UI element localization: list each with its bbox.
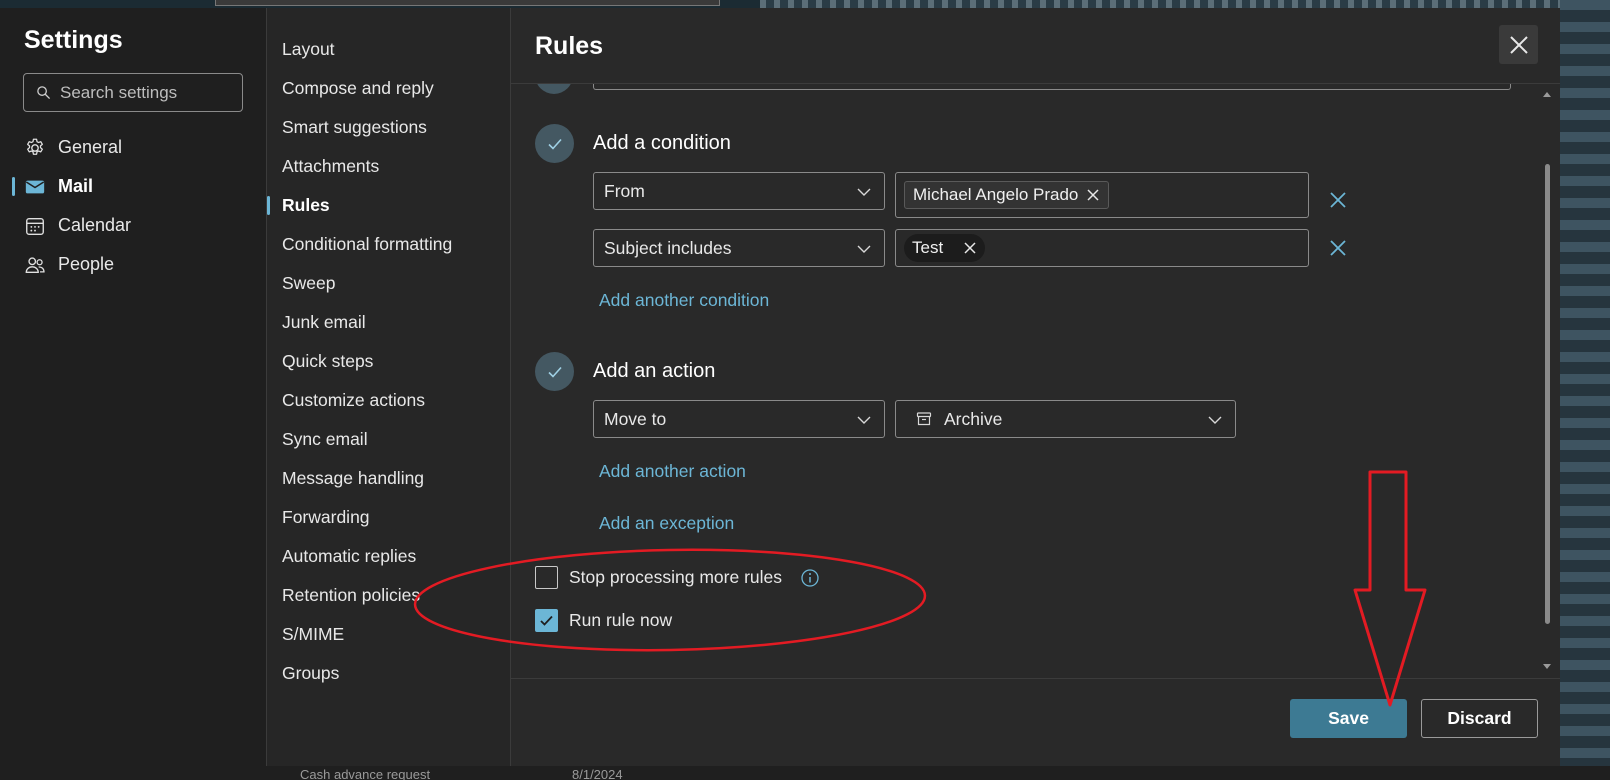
nav2-item-sync-email[interactable]: Sync email: [267, 420, 510, 459]
target-folder-dropdown[interactable]: Archive: [895, 400, 1236, 438]
calendar-icon: [24, 215, 46, 237]
dropdown-value: Subject includes: [604, 237, 732, 258]
nav2-item-automatic-replies[interactable]: Automatic replies: [267, 537, 510, 576]
scroll-up-arrow-icon[interactable]: [1543, 92, 1551, 97]
remove-condition-2-icon[interactable]: [1328, 238, 1348, 258]
search-settings-input[interactable]: [60, 82, 240, 103]
nav2-item-sweep[interactable]: Sweep: [267, 264, 510, 303]
stop-processing-option[interactable]: Stop processing more rules: [535, 566, 820, 589]
condition-field-dropdown-1[interactable]: From: [593, 172, 885, 210]
checkmark-icon: [540, 615, 553, 626]
chevron-down-icon: [1208, 416, 1222, 424]
chip-label: Test: [912, 238, 944, 257]
settings-category-nav: Settings General Mail Calendar: [0, 8, 267, 766]
add-exception-link[interactable]: Add an exception: [599, 513, 734, 534]
archive-icon: [916, 412, 932, 426]
background-row-subject: Cash advance request: [300, 767, 431, 780]
nav-item-label: General: [58, 137, 123, 157]
rule-name-input[interactable]: [593, 84, 1511, 90]
condition-value-field-2[interactable]: Test: [895, 229, 1309, 267]
checkbox-label: Stop processing more rules: [569, 567, 783, 587]
remove-chip-icon[interactable]: [1086, 188, 1100, 202]
mail-icon: [24, 176, 46, 198]
checkbox-label: Run rule now: [569, 610, 673, 630]
nav2-item-layout[interactable]: Layout: [267, 30, 510, 69]
nav-item-calendar[interactable]: Calendar: [0, 206, 267, 245]
background-wallpaper: [760, 0, 1610, 8]
background-wallpaper-right: [1560, 0, 1610, 780]
chevron-down-icon: [857, 416, 871, 424]
nav-item-mail[interactable]: Mail: [0, 167, 267, 206]
gear-icon: [24, 137, 46, 159]
nav-item-label: Mail: [58, 176, 94, 196]
condition-heading: Add a condition: [593, 132, 731, 154]
condition-field-dropdown-2[interactable]: Subject includes: [593, 229, 885, 267]
keyword-chip: Test: [904, 234, 986, 262]
nav2-item-quick-steps[interactable]: Quick steps: [267, 342, 510, 381]
close-icon: [1509, 35, 1528, 54]
search-icon: [37, 86, 51, 100]
discard-button[interactable]: Discard: [1421, 699, 1538, 738]
mail-settings-nav: Layout Compose and reply Smart suggestio…: [267, 8, 511, 766]
page-title: Rules: [535, 32, 604, 60]
dropdown-value: Archive: [944, 408, 1003, 429]
settings-dialog: Settings General Mail Calendar: [0, 8, 1560, 766]
chevron-down-icon: [857, 245, 871, 253]
close-button[interactable]: [1499, 25, 1538, 64]
scrollbar-thumb[interactable]: [1545, 164, 1550, 624]
background-top-strip: [0, 0, 1610, 8]
people-icon: [24, 254, 46, 276]
step-indicator-action: [535, 352, 574, 391]
chevron-down-icon: [857, 188, 871, 196]
dropdown-value: From: [604, 180, 645, 201]
remove-condition-1-icon[interactable]: [1328, 190, 1348, 210]
nav2-item-junk-email[interactable]: Junk email: [267, 303, 510, 342]
background-row-date: 8/1/2024: [572, 767, 623, 780]
recipient-chip: Michael Angelo Prado: [904, 181, 1110, 209]
nav2-item-rules[interactable]: Rules: [267, 186, 510, 225]
stop-processing-checkbox[interactable]: [535, 566, 558, 589]
nav2-item-groups[interactable]: Groups: [267, 654, 510, 693]
save-button[interactable]: Save: [1290, 699, 1407, 738]
background-tab: [215, 0, 720, 6]
scroll-down-arrow-icon[interactable]: [1543, 664, 1551, 669]
background-message-row: Cash advance request 8/1/2024: [0, 766, 1610, 780]
search-settings-box[interactable]: [23, 73, 243, 112]
add-another-condition-link[interactable]: Add another condition: [599, 290, 769, 311]
nav2-item-forwarding[interactable]: Forwarding: [267, 498, 510, 537]
nav2-item-conditional-formatting[interactable]: Conditional formatting: [267, 225, 510, 264]
condition-value-field-1[interactable]: Michael Angelo Prado: [895, 172, 1309, 218]
nav2-item-compose-and-reply[interactable]: Compose and reply: [267, 69, 510, 108]
nav2-item-attachments[interactable]: Attachments: [267, 147, 510, 186]
run-rule-now-option[interactable]: Run rule now: [535, 609, 672, 632]
nav-item-label: People: [58, 254, 115, 274]
dropdown-value: Move to: [604, 408, 667, 429]
remove-chip-icon[interactable]: [963, 241, 977, 255]
checkmark-icon: [547, 366, 562, 378]
footer-divider: [511, 678, 1560, 679]
step-indicator-name: [535, 84, 573, 94]
step-indicator-condition: [535, 124, 574, 163]
info-icon[interactable]: [800, 568, 820, 588]
nav2-item-message-handling[interactable]: Message handling: [267, 459, 510, 498]
settings-title: Settings: [24, 26, 123, 54]
nav2-item-customize-actions[interactable]: Customize actions: [267, 381, 510, 420]
add-another-action-link[interactable]: Add another action: [599, 461, 746, 482]
nav2-item-smime[interactable]: S/MIME: [267, 615, 510, 654]
chip-label: Michael Angelo Prado: [913, 185, 1079, 204]
rules-pane: Rules Add a condition From Michael Angel…: [511, 8, 1560, 766]
nav-item-label: Calendar: [58, 215, 132, 235]
checkmark-icon: [547, 138, 562, 150]
nav2-item-retention-policies[interactable]: Retention policies: [267, 576, 510, 615]
action-heading: Add an action: [593, 360, 716, 382]
nav-item-people[interactable]: People: [0, 245, 267, 284]
nav-item-general[interactable]: General: [0, 128, 267, 167]
vertical-scrollbar[interactable]: [1542, 84, 1552, 678]
action-type-dropdown[interactable]: Move to: [593, 400, 885, 438]
nav2-item-smart-suggestions[interactable]: Smart suggestions: [267, 108, 510, 147]
rule-editor-scroll-area[interactable]: Add a condition From Michael Angelo Prad…: [511, 84, 1560, 678]
run-rule-now-checkbox[interactable]: [535, 609, 558, 632]
